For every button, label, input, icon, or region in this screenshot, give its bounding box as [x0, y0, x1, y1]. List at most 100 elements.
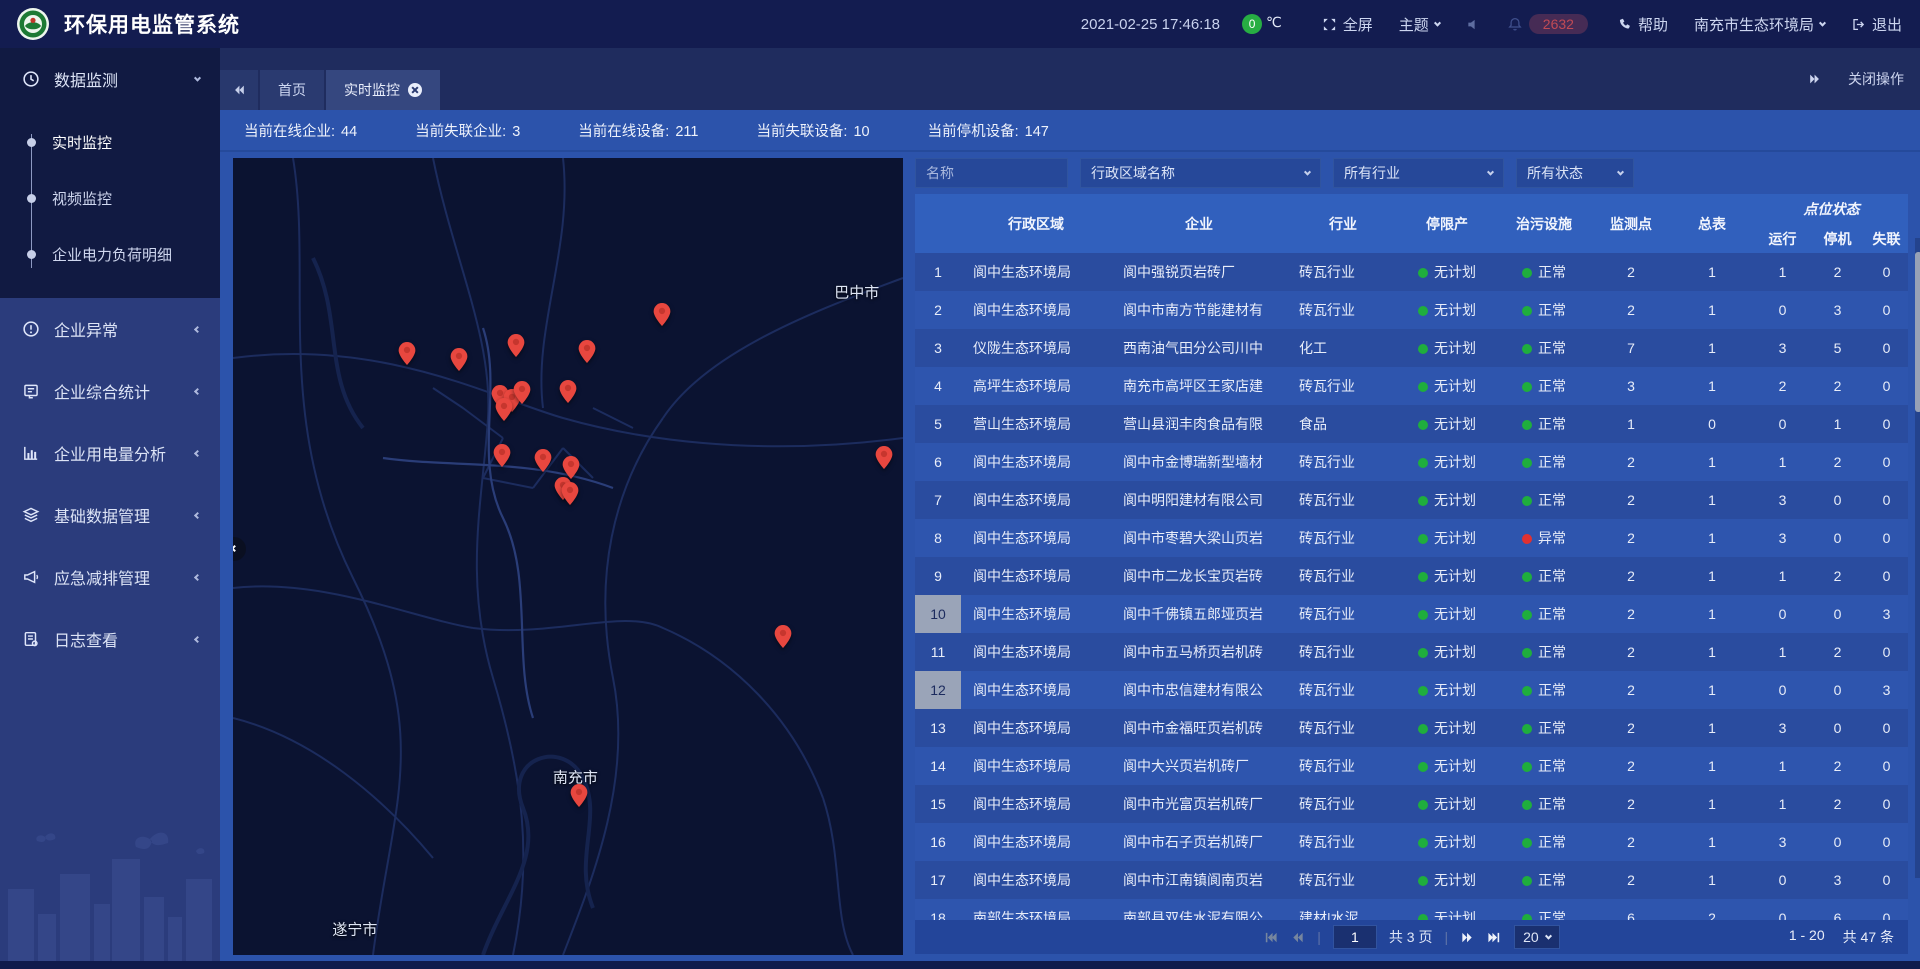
sidebar-subitem-0-2[interactable]: 企业电力负荷明细 — [0, 226, 220, 282]
sound-button[interactable] — [1466, 17, 1481, 32]
page-size-select[interactable]: 20 — [1514, 925, 1560, 949]
chevron-left-icon — [194, 387, 201, 394]
map-pin-icon[interactable] — [570, 784, 587, 812]
map-pin-icon[interactable] — [493, 444, 510, 472]
sidebar-subitem-0-1[interactable]: 视频监控 — [0, 170, 220, 226]
table-row[interactable]: 2阆中生态环境局阆中市南方节能建材有砖瓦行业无计划正常21030 — [915, 291, 1908, 329]
tabs-scroll-left-button[interactable] — [220, 70, 258, 110]
cell-stop-status: 无计划 — [1399, 253, 1495, 291]
sidebar-item-3[interactable]: 企业用电量分析 — [0, 422, 220, 484]
status-dot-icon — [1522, 306, 1532, 316]
table-row[interactable]: 13阆中生态环境局阆中市金福旺页岩机砖砖瓦行业无计划正常21300 — [915, 709, 1908, 747]
tabs-scroll-right-button[interactable] — [1808, 72, 1822, 86]
cell-industry: 砖瓦行业 — [1287, 253, 1399, 291]
layers-icon — [22, 506, 42, 524]
map-pin-icon[interactable] — [875, 446, 892, 474]
tab-close-icon[interactable] — [408, 83, 422, 97]
notifications-button[interactable]: 2632 — [1507, 14, 1588, 34]
table-row[interactable]: 15阆中生态环境局阆中市光富页岩机砖厂砖瓦行业无计划正常21120 — [915, 785, 1908, 823]
fullscreen-button[interactable]: 全屏 — [1322, 14, 1373, 35]
status-dot-icon — [1522, 496, 1532, 506]
table-row[interactable]: 11阆中生态环境局阆中市五马桥页岩机砖砖瓦行业无计划正常21120 — [915, 633, 1908, 671]
scrollbar-thumb[interactable] — [1915, 252, 1920, 412]
tab-1[interactable]: 实时监控 — [326, 70, 440, 110]
cell-monitor-count: 2 — [1593, 709, 1669, 747]
status-dot-icon — [1418, 610, 1428, 620]
table-row[interactable]: 12阆中生态环境局阆中市忠信建材有限公砖瓦行业无计划正常21003 — [915, 671, 1908, 709]
row-number: 17 — [915, 861, 961, 899]
temperature-value: 0 — [1242, 14, 1262, 34]
table-row[interactable]: 1阆中生态环境局阆中强锐页岩砖厂砖瓦行业无计划正常21120 — [915, 253, 1908, 291]
map-pin-icon[interactable] — [560, 380, 577, 408]
tab-0[interactable]: 首页 — [260, 70, 324, 110]
cell-industry: 砖瓦行业 — [1287, 709, 1399, 747]
cell-meter-count: 1 — [1669, 291, 1755, 329]
map-pin-icon[interactable] — [513, 381, 530, 409]
table-row[interactable]: 4高坪生态环境局南充市高坪区王家店建砖瓦行业无计划正常31220 — [915, 367, 1908, 405]
org-dropdown[interactable]: 南充市生态环境局 — [1694, 14, 1825, 35]
map-pin-icon[interactable] — [507, 334, 524, 362]
table-row[interactable]: 18南部生态环境局南部县双佳水泥有限公建材|水泥无计划正常62060 — [915, 899, 1908, 920]
map-pin-icon[interactable] — [534, 449, 551, 477]
help-button[interactable]: 帮助 — [1618, 14, 1668, 35]
sidebar-item-4[interactable]: 基础数据管理 — [0, 484, 220, 546]
map-pin-icon[interactable] — [496, 398, 513, 426]
cell-company: 西南油气田分公司川中 — [1111, 329, 1287, 367]
map-pin-icon[interactable] — [654, 303, 671, 331]
cell-stop-status: 无计划 — [1399, 443, 1495, 481]
map-pin-icon[interactable] — [579, 340, 596, 368]
cell-monitor-count: 2 — [1593, 823, 1669, 861]
prev-page-button[interactable] — [1290, 930, 1305, 945]
page-number-input[interactable] — [1333, 925, 1377, 949]
col-industry: 行业 — [1287, 194, 1399, 253]
sidebar-item-0[interactable]: 数据监测 — [0, 48, 220, 110]
status-select[interactable]: 所有状态 — [1516, 158, 1634, 188]
col-stop: 停限产 — [1399, 194, 1495, 253]
next-page-button[interactable] — [1460, 930, 1475, 945]
logout-button[interactable]: 退出 — [1851, 14, 1902, 35]
cell-monitor-count: 2 — [1593, 253, 1669, 291]
map-pin-icon[interactable] — [775, 625, 792, 653]
first-page-button[interactable] — [1263, 930, 1278, 945]
sidebar-subitem-0-0[interactable]: 实时监控 — [0, 114, 220, 170]
cell-facility-status: 正常 — [1495, 367, 1593, 405]
sidebar: 数据监测实时监控视频监控企业电力负荷明细企业异常企业综合统计企业用电量分析基础数… — [0, 48, 220, 969]
table-scrollbar[interactable] — [1915, 238, 1920, 878]
table-row[interactable]: 10阆中生态环境局阆中千佛镇五郎垭页岩砖瓦行业无计划正常21003 — [915, 595, 1908, 633]
sidebar-item-2[interactable]: 企业综合统计 — [0, 360, 220, 422]
table-row[interactable]: 9阆中生态环境局阆中市二龙长宝页岩砖砖瓦行业无计划正常21120 — [915, 557, 1908, 595]
table-row[interactable]: 6阆中生态环境局阆中市金博瑞新型墙材砖瓦行业无计划正常21120 — [915, 443, 1908, 481]
cell-company: 阆中市枣碧大梁山页岩 — [1111, 519, 1287, 557]
table-row[interactable]: 7阆中生态环境局阆中明阳建材有限公司砖瓦行业无计划正常21300 — [915, 481, 1908, 519]
table-row[interactable]: 17阆中生态环境局阆中市江南镇阆南页岩砖瓦行业无计划正常21030 — [915, 861, 1908, 899]
chevron-down-icon — [1819, 19, 1826, 26]
sidebar-item-6[interactable]: 日志查看 — [0, 608, 220, 670]
status-dot-icon — [1418, 572, 1428, 582]
close-operations-button[interactable]: 关闭操作 — [1848, 69, 1904, 89]
row-number: 15 — [915, 785, 961, 823]
row-number: 9 — [915, 557, 961, 595]
page-range-label: 1 - 20 — [1789, 927, 1825, 947]
stat-item-4: 当前停机设备:147 — [928, 120, 1049, 141]
last-page-button[interactable] — [1487, 930, 1502, 945]
cell-industry: 砖瓦行业 — [1287, 861, 1399, 899]
table-row[interactable]: 14阆中生态环境局阆中大兴页岩机砖厂砖瓦行业无计划正常21120 — [915, 747, 1908, 785]
cell-facility-status: 异常 — [1495, 519, 1593, 557]
app-logo-icon — [16, 7, 50, 41]
map-canvas[interactable]: 巴中市南充市遂宁市 — [233, 158, 903, 955]
table-row[interactable]: 5营山生态环境局营山县润丰肉食品有限食品无计划正常10010 — [915, 405, 1908, 443]
cell-company: 阆中市五马桥页岩机砖 — [1111, 633, 1287, 671]
map-pin-icon[interactable] — [398, 342, 415, 370]
sidebar-item-5[interactable]: 应急减排管理 — [0, 546, 220, 608]
name-search-input[interactable] — [915, 158, 1068, 188]
map-pin-icon[interactable] — [451, 348, 468, 376]
table-row[interactable]: 8阆中生态环境局阆中市枣碧大梁山页岩砖瓦行业无计划异常21300 — [915, 519, 1908, 557]
map-pin-icon[interactable] — [562, 482, 579, 510]
region-select[interactable]: 行政区域名称 — [1080, 158, 1321, 188]
sidebar-item-1[interactable]: 企业异常 — [0, 298, 220, 360]
theme-dropdown[interactable]: 主题 — [1399, 14, 1440, 35]
cell-lost-count: 0 — [1865, 481, 1908, 519]
table-row[interactable]: 16阆中生态环境局阆中市石子页岩机砖厂砖瓦行业无计划正常21300 — [915, 823, 1908, 861]
industry-select[interactable]: 所有行业 — [1333, 158, 1504, 188]
table-row[interactable]: 3仪陇生态环境局西南油气田分公司川中化工无计划正常71350 — [915, 329, 1908, 367]
